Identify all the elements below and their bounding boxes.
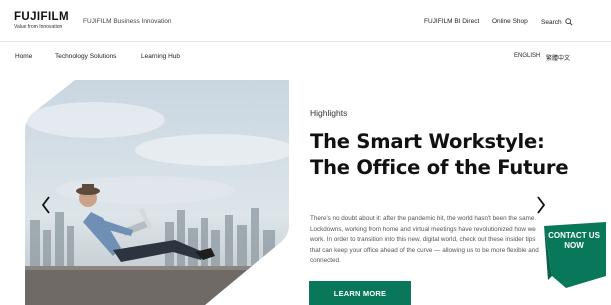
nav-learning-hub[interactable]: Learning Hub (141, 53, 180, 60)
header-divider (0, 41, 611, 42)
logo-wordmark: FUJIFILM (14, 11, 69, 23)
language-english[interactable]: ENGLISH (514, 53, 540, 59)
language-chinese[interactable]: 繁體中文 (546, 53, 570, 62)
hero-image (25, 80, 289, 305)
nav-home[interactable]: Home (15, 53, 32, 60)
search-link[interactable]: Search (541, 18, 573, 26)
chevron-right-icon[interactable] (535, 195, 547, 215)
nav-technology-solutions[interactable]: Technology Solutions (55, 53, 116, 60)
chevron-left-icon[interactable] (40, 195, 52, 215)
search-icon (564, 18, 573, 26)
hero-description: There's no doubt about it: after the pan… (310, 215, 539, 265)
search-label: Search (541, 18, 562, 26)
highlights-label: Highlights (310, 108, 348, 118)
top-header: FUJIFILM Value from Innovation FUJIFILM … (0, 0, 611, 44)
contact-us-label[interactable]: CONTACT US NOW (546, 231, 602, 250)
fujifilm-logo[interactable]: FUJIFILM Value from Innovation (14, 11, 69, 31)
bi-direct-link[interactable]: FUJIFILM BI Direct (424, 18, 479, 25)
business-name: FUJIFILM Business Innovation (83, 18, 172, 25)
learn-more-button[interactable]: LEARN MORE (309, 281, 411, 305)
logo-tagline: Value from Innovation (14, 24, 63, 30)
page-title: The Smart Workstyle: The Office of the F… (310, 130, 569, 179)
online-shop-link[interactable]: Online Shop (492, 18, 528, 25)
